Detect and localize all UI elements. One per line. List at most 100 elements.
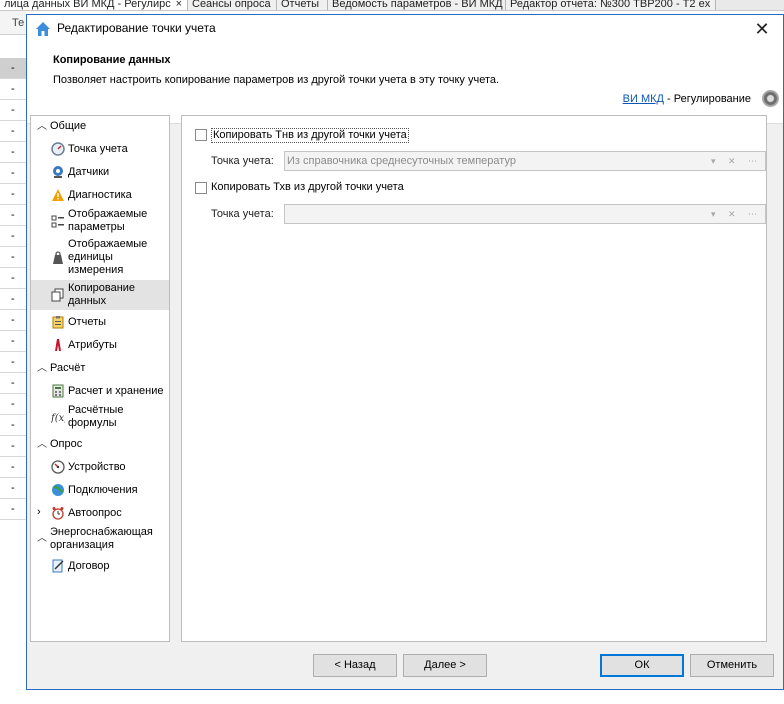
object-link[interactable]: ВИ МКД <box>623 93 664 105</box>
table-row[interactable]: - <box>0 415 26 436</box>
table-row[interactable]: - <box>0 289 26 310</box>
nav-item-sensors[interactable]: Датчики <box>31 165 169 180</box>
nav-item-reports[interactable]: Отчеты <box>31 315 169 330</box>
table-row[interactable]: - <box>0 457 26 478</box>
cancel-button[interactable]: Отменить <box>690 654 774 677</box>
nav-item-calc-storage[interactable]: Расчет и хранение <box>31 384 169 399</box>
weight-icon <box>53 251 63 264</box>
nav-group-energy-supplier[interactable]: ︿ Энергоснабжающая организация <box>31 526 169 554</box>
table-row[interactable]: - <box>0 184 26 205</box>
tab-parameters-sheet[interactable]: Ведомость параметров - ВИ МКД <box>328 0 506 10</box>
copy-settings-panel: Копировать Тнв из другой точки учета Точ… <box>181 115 767 642</box>
chevron-up-icon[interactable]: ︿ <box>37 362 47 375</box>
gear-badge-icon <box>762 90 779 107</box>
table-row[interactable]: - <box>0 226 26 247</box>
tab-reports[interactable]: Отчеты <box>277 0 328 10</box>
checklist-icon <box>51 215 64 228</box>
nav-item-label: Отображаемые параметры <box>68 208 148 233</box>
nav-group-polling[interactable]: ︿ Опрос <box>31 438 169 452</box>
dialog-title: Редактирование точки учета <box>57 21 216 35</box>
attribute-icon <box>55 339 61 351</box>
home-icon <box>36 22 50 36</box>
chevron-up-icon[interactable]: ︿ <box>37 532 47 545</box>
nav-group-label: Энергоснабжающая организация <box>50 526 153 551</box>
copy-txv-label[interactable]: Копировать Тхв из другой точки учета <box>211 181 404 194</box>
next-button[interactable]: Далее > <box>403 654 487 677</box>
table-row[interactable]: - <box>0 268 26 289</box>
warning-icon <box>52 189 64 201</box>
copy-tnv-label[interactable]: Копировать Тнв из другой точки учета <box>211 128 409 143</box>
copy-tnv-checkbox[interactable] <box>195 129 207 141</box>
clipboard-icon <box>52 316 64 329</box>
chevron-up-icon[interactable]: ︿ <box>37 438 47 451</box>
nav-item-label: Копирование данных <box>68 282 136 307</box>
table-row[interactable]: - <box>0 247 26 268</box>
nav-item-label: Автоопрос <box>68 507 122 519</box>
table-row[interactable]: - <box>0 121 26 142</box>
combo-buttons-icon[interactable]: ▾ ✕ ⋯ <box>711 152 762 170</box>
nav-group-general[interactable]: ︿ Общие <box>31 120 169 134</box>
table-row[interactable]: - <box>0 394 26 415</box>
tab-data-table[interactable]: лица данных ВИ МКД - Регулирс × <box>0 0 188 10</box>
tab-label: Ведомость параметров - ВИ МКД <box>332 0 503 10</box>
tab-polling-sessions[interactable]: Сеансы опроса <box>188 0 277 10</box>
combo-buttons-icon[interactable]: ▾ ✕ ⋯ <box>711 205 762 223</box>
close-icon[interactable]: ✕ <box>741 15 783 43</box>
table-row[interactable]: - <box>0 142 26 163</box>
copy-icon <box>51 288 64 302</box>
nav-item-label: Расчет и хранение <box>68 385 164 397</box>
page-banner: Копирование данных Позволяет настроить к… <box>27 43 783 124</box>
tab-label: Сеансы опроса <box>192 0 271 10</box>
table-row[interactable]: - <box>0 331 26 352</box>
ok-button[interactable]: ОК <box>600 654 684 677</box>
chevron-right-icon[interactable]: › <box>37 506 41 519</box>
function-icon: f(x) <box>51 413 65 424</box>
table-row[interactable]: - <box>0 352 26 373</box>
table-row[interactable]: - <box>0 436 26 457</box>
table-row[interactable]: - <box>0 163 26 184</box>
nav-item-label: Диагностика <box>68 189 132 201</box>
nav-item-metering-point[interactable]: Точка учета <box>31 142 169 157</box>
txv-point-label: Точка учета: <box>211 208 274 220</box>
nav-item-displayed-units[interactable]: Отображаемые единицы измерения <box>31 238 169 278</box>
nav-group-calculation[interactable]: ︿ Расчёт <box>31 362 169 376</box>
nav-item-diagnostics[interactable]: Диагностика <box>31 188 169 203</box>
nav-item-calc-formulas[interactable]: f(x) Расчётные формулы <box>31 404 169 431</box>
table-row[interactable]: - <box>0 58 26 79</box>
nav-item-autopoll[interactable]: › Автоопрос <box>31 506 169 521</box>
device-gauge-icon <box>51 460 65 474</box>
chevron-up-icon[interactable]: ︿ <box>37 120 47 133</box>
dialog-titlebar: Редактирование точки учета ✕ <box>27 15 783 43</box>
nav-item-label: Расчётные формулы <box>68 404 124 429</box>
tnv-point-combo[interactable]: Из справочника среднесуточных температур… <box>284 151 766 171</box>
nav-item-label: Датчики <box>68 166 110 178</box>
object-path: ВИ МКД - Регулирование <box>623 93 751 105</box>
nav-item-label: Договор <box>68 560 110 572</box>
table-row[interactable]: - <box>0 100 26 121</box>
table-row[interactable]: - <box>0 478 26 499</box>
txv-point-combo[interactable]: ▾ ✕ ⋯ <box>284 204 766 224</box>
table-row[interactable]: - <box>0 499 26 520</box>
nav-item-label: Отображаемые единицы измерения <box>68 238 148 276</box>
nav-item-contract[interactable]: Договор <box>31 559 169 574</box>
background-table: ---------------------- <box>0 58 26 520</box>
nav-item-device[interactable]: Устройство <box>31 460 169 475</box>
nav-item-label: Точка учета <box>68 143 128 155</box>
tab-report-editor[interactable]: Редактор отчета: №300 ТВР200 - Т2 ex <box>506 0 716 10</box>
nav-item-connections[interactable]: Подключения <box>31 483 169 498</box>
nav-item-displayed-parameters[interactable]: Отображаемые параметры <box>31 208 169 235</box>
page-title: Копирование данных <box>53 54 171 66</box>
nav-group-label: Расчёт <box>50 362 86 374</box>
table-row[interactable]: - <box>0 205 26 226</box>
table-row[interactable]: - <box>0 310 26 331</box>
copy-txv-checkbox[interactable] <box>195 182 207 194</box>
nav-item-data-copy[interactable]: Копирование данных <box>31 280 169 310</box>
table-column-header[interactable]: Те <box>0 11 26 35</box>
svg-text:f(x): f(x) <box>51 413 65 424</box>
nav-item-attributes[interactable]: Атрибуты <box>31 338 169 353</box>
back-button[interactable]: < Назад <box>313 654 397 677</box>
nav-item-label: Отчеты <box>68 316 107 328</box>
table-row[interactable]: - <box>0 373 26 394</box>
tab-close-icon[interactable]: × <box>176 0 182 10</box>
table-row[interactable]: - <box>0 79 26 100</box>
